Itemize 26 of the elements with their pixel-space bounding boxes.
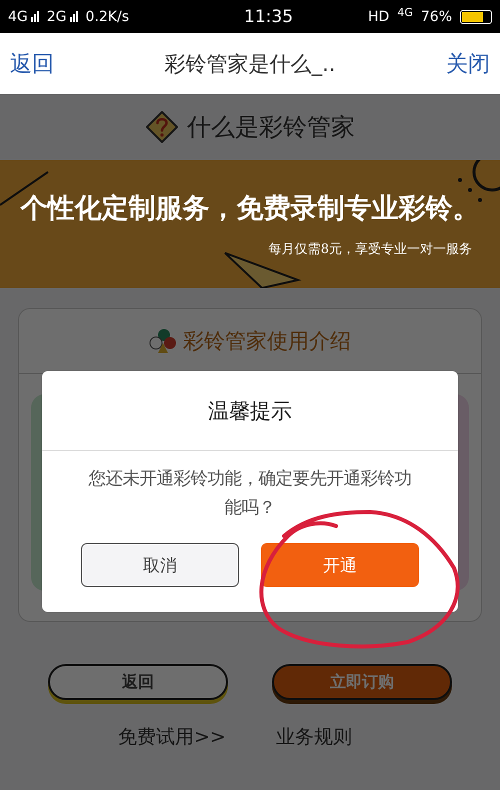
card-title: 彩铃管家使用介绍 [183, 328, 351, 355]
back-link[interactable]: 返回 [10, 48, 54, 78]
page-title: 彩铃管家是什么_.. [164, 50, 336, 78]
signal-icon [70, 11, 78, 22]
dots-drawing [458, 160, 500, 202]
text-link[interactable]: 业务规则 [276, 724, 352, 750]
dialog-message: 您还未开通彩铃功能，确定要先开通彩铃功能吗？ [88, 468, 412, 520]
battery-percent: 76% [420, 8, 452, 24]
text-link[interactable]: 免费试用>> [118, 724, 226, 750]
close-link[interactable]: 关闭 [446, 48, 490, 78]
network-label: 4G [397, 6, 413, 19]
banner-subline: 每月仅需8元，享受专业一对一服务 [268, 241, 472, 258]
clock: 11:35 [243, 6, 294, 26]
hd-label: HD [368, 8, 390, 24]
confirm-button[interactable]: 开通 [261, 543, 419, 587]
network-label: 4G [8, 8, 28, 24]
clover-icon [149, 328, 177, 354]
cancel-button[interactable]: 取消 [81, 543, 239, 587]
banner-headline: 个性化定制服务，免费录制专业彩铃。 [20, 192, 480, 226]
battery-icon [460, 10, 492, 24]
network-speed: 0.2K/s [86, 8, 129, 24]
section-heading: 什么是彩铃管家 [187, 112, 355, 143]
signal-icon [30, 11, 39, 22]
question-icon [145, 110, 179, 144]
dialog-title: 温馨提示 [208, 398, 292, 424]
network-label: 2G [46, 8, 67, 24]
